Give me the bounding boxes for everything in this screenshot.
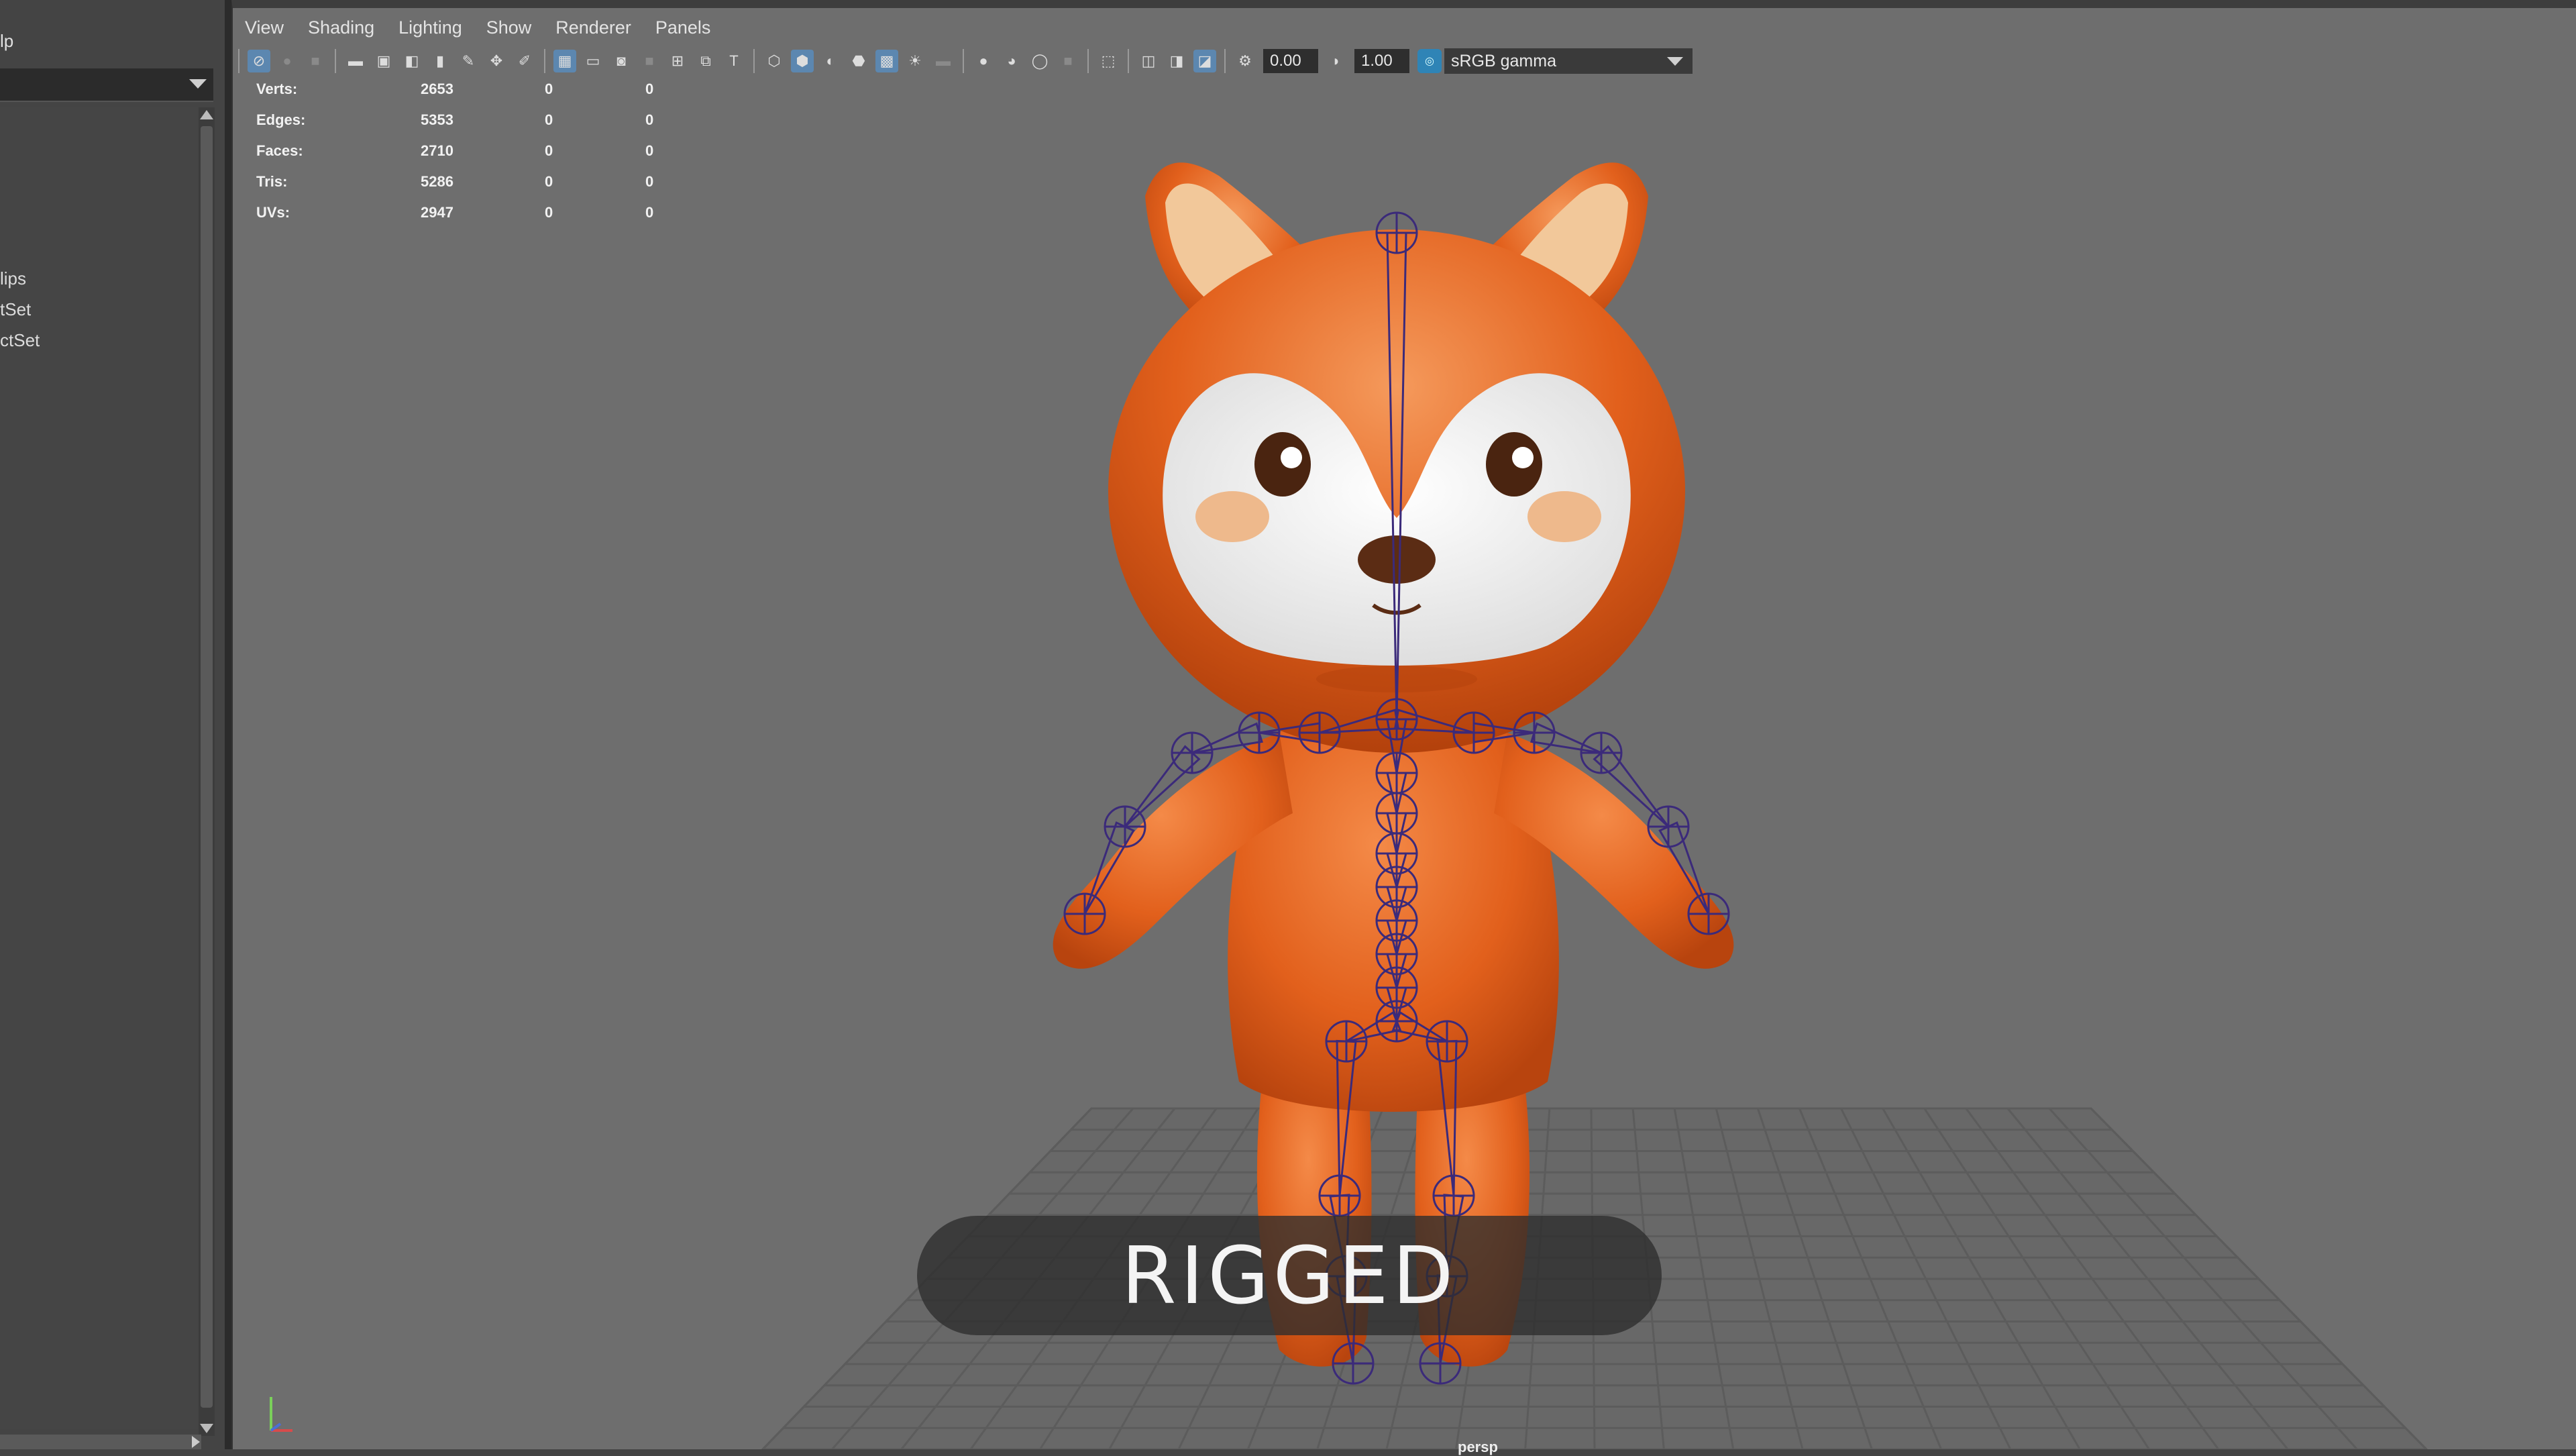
caption-badge: RIGGED — [917, 1216, 1662, 1335]
xray-active-icon[interactable]: ◨ — [1165, 50, 1188, 72]
axis-gizmo-icon — [270, 1397, 292, 1432]
hud-label: UVs: — [256, 204, 290, 221]
menu-view[interactable]: View — [233, 12, 296, 43]
hud-value: 0 — [545, 204, 553, 221]
shadows-icon[interactable]: ▬ — [932, 50, 955, 72]
grid-icon[interactable]: ▦ — [553, 50, 576, 72]
wireframe-on-shaded-icon[interactable]: ⬣ — [847, 50, 870, 72]
gate-mask-icon[interactable]: ■ — [638, 50, 661, 72]
scroll-right-arrow-icon[interactable] — [192, 1436, 200, 1448]
outliner-item[interactable]: lips — [0, 268, 26, 289]
caption-text: RIGGED — [1121, 1229, 1458, 1322]
menu-shading[interactable]: Shading — [296, 12, 386, 43]
color-space-dropdown[interactable]: sRGB gamma — [1444, 48, 1693, 74]
hud-value: 0 — [645, 142, 654, 159]
hud-value: 5286 — [421, 173, 453, 190]
xray-joints-icon[interactable]: ◫ — [1137, 50, 1160, 72]
outliner-item[interactable]: ctSet — [0, 330, 40, 351]
hud-value: 0 — [545, 173, 553, 190]
pencil-icon[interactable]: ✐ — [513, 50, 536, 72]
hud-label: Tris: — [256, 173, 288, 190]
hud-value: 0 — [645, 111, 654, 128]
two-d-pan-icon[interactable]: ◧ — [400, 50, 423, 72]
outliner-vertical-scrollbar[interactable] — [199, 107, 215, 1436]
color-management-icon[interactable]: ◎ — [1417, 49, 1442, 73]
hud-label: Verts: — [256, 81, 298, 97]
viewport-menubar: View Shading Lighting Show Renderer Pane… — [233, 12, 2576, 43]
menu-panels[interactable]: Panels — [643, 12, 723, 43]
outliner-menu-fragment[interactable]: lp — [0, 31, 13, 52]
camera-name-label: persp — [1458, 1439, 1498, 1455]
gamma-icon[interactable]: ◗ — [1325, 50, 1348, 72]
field-chart-icon[interactable]: ⊞ — [666, 50, 689, 72]
lights-icon[interactable]: ☀ — [904, 50, 926, 72]
grease-pencil-icon[interactable]: ▮ — [429, 50, 451, 72]
exposure-field[interactable]: 0.00 — [1263, 49, 1318, 73]
chevron-down-icon[interactable] — [189, 79, 207, 89]
hud-value: 0 — [545, 142, 553, 159]
resolution-gate-icon[interactable]: ◙ — [610, 50, 633, 72]
hud-value: 2947 — [421, 204, 453, 221]
image-plane-icon[interactable]: ▣ — [372, 50, 395, 72]
outliner-list: lips tSet ctSet — [0, 107, 201, 1429]
backface-culling-icon[interactable]: ◪ — [1193, 50, 1216, 72]
scroll-down-arrow-icon[interactable] — [200, 1424, 213, 1433]
hud-value: 2653 — [421, 81, 453, 97]
gamma-field[interactable]: 1.00 — [1354, 49, 1409, 73]
menu-show[interactable]: Show — [474, 12, 544, 43]
bookmark-icon[interactable]: ■ — [304, 50, 327, 72]
toolbar-separator — [544, 49, 545, 73]
toolbar-separator — [1128, 49, 1129, 73]
select-camera-icon[interactable]: ⊘ — [248, 50, 270, 72]
menu-renderer[interactable]: Renderer — [543, 12, 643, 43]
move-tool-icon[interactable]: ✥ — [485, 50, 508, 72]
toolbar-separator — [335, 49, 336, 73]
isolate-select-icon[interactable]: ⬚ — [1097, 50, 1120, 72]
toolbar-separator — [1087, 49, 1089, 73]
toolbar-separator — [753, 49, 755, 73]
film-gate-icon[interactable]: ▭ — [582, 50, 604, 72]
smooth-shade-icon[interactable]: ⬢ — [791, 50, 814, 72]
viewport-toolbar: ⊘ ● ■ ▬ ▣ ◧ ▮ ✎ ✥ ✐ ▦ ▭ ◙ ■ ⊞ ⧉ T ⬡ ⬢ ◐ … — [233, 43, 2576, 79]
textured-icon[interactable]: ▩ — [875, 50, 898, 72]
viewport-panel[interactable]: View Shading Lighting Show Renderer Pane… — [231, 0, 2576, 1455]
hud-label: Faces: — [256, 142, 303, 159]
outliner-filter-dropdown[interactable] — [0, 68, 213, 102]
toolbar-separator — [238, 49, 239, 73]
depth-of-field-icon[interactable]: ■ — [1057, 50, 1079, 72]
menu-lighting[interactable]: Lighting — [386, 12, 474, 43]
scroll-thumb[interactable] — [201, 126, 213, 1408]
toolbar-separator — [963, 49, 964, 73]
hud-value: 0 — [545, 111, 553, 128]
scroll-up-arrow-icon[interactable] — [200, 110, 213, 119]
color-space-value: sRGB gamma — [1451, 52, 1556, 70]
safe-action-icon[interactable]: ⧉ — [694, 50, 717, 72]
hud-value: 5353 — [421, 111, 453, 128]
hud-label: Edges: — [256, 111, 306, 128]
hud-value: 0 — [645, 81, 654, 97]
safe-title-icon[interactable]: T — [722, 50, 745, 72]
outliner-item[interactable]: tSet — [0, 299, 31, 320]
default-material-icon[interactable]: ◐ — [819, 50, 842, 72]
xray-icon[interactable]: ✎ — [457, 50, 480, 72]
anti-aliasing-icon[interactable]: ◯ — [1028, 50, 1051, 72]
toolbar-separator — [1224, 49, 1226, 73]
exposure-icon[interactable]: ⚙ — [1234, 50, 1256, 72]
wireframe-icon[interactable]: ⬡ — [763, 50, 786, 72]
hud-value: 0 — [545, 81, 553, 97]
outliner-panel: lp lips tSet ctSet — [0, 0, 231, 1449]
hud-value: 2710 — [421, 142, 453, 159]
hud-value: 0 — [645, 204, 654, 221]
motion-blur-icon[interactable]: ◕ — [1000, 50, 1023, 72]
camera-attributes-icon[interactable]: ▬ — [344, 50, 367, 72]
chevron-down-icon[interactable] — [1667, 57, 1683, 66]
outliner-horizontal-scrollbar[interactable] — [0, 1435, 201, 1449]
ambient-occlusion-icon[interactable]: ● — [972, 50, 995, 72]
lock-camera-icon[interactable]: ● — [276, 50, 299, 72]
hud-value: 0 — [645, 173, 654, 190]
